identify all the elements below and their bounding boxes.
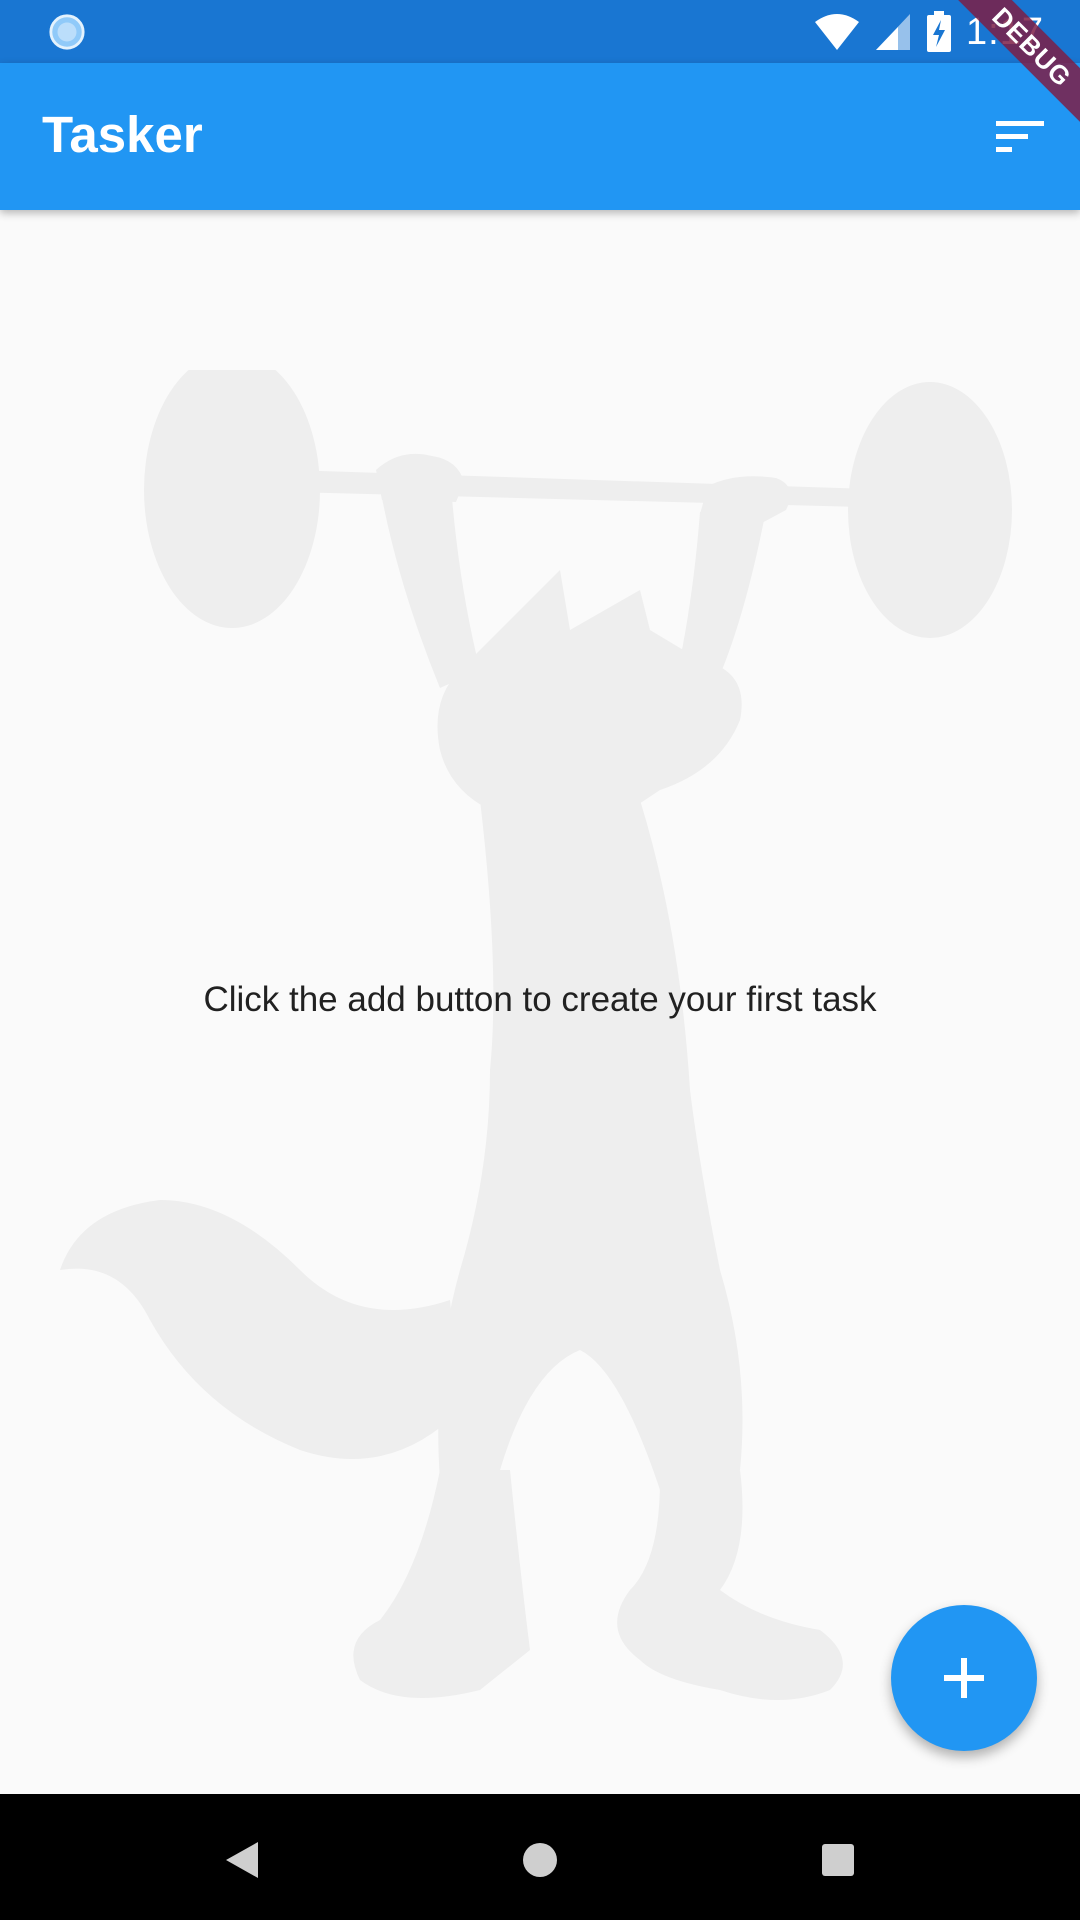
task-list-area: Click the add button to create your firs… <box>0 210 1080 1794</box>
app-title: Tasker <box>42 106 203 163</box>
navigation-bar <box>0 1794 1080 1920</box>
back-icon <box>226 1842 258 1878</box>
recents-button[interactable] <box>810 1832 866 1888</box>
empty-state-message: Click the add button to create your firs… <box>203 980 877 1019</box>
fox-weightlifter-illustration <box>60 370 1012 1700</box>
screen: 1:17 DEBUG Tasker <box>0 0 1080 1920</box>
add-task-button[interactable] <box>891 1605 1037 1751</box>
add-icon <box>944 1658 984 1698</box>
loading-icon <box>49 14 85 50</box>
sort-icon <box>996 121 1044 152</box>
sort-button[interactable] <box>980 99 1060 175</box>
cellular-signal-icon <box>876 14 911 50</box>
wifi-icon <box>815 14 860 50</box>
back-button[interactable] <box>214 1832 270 1888</box>
home-button[interactable] <box>512 1832 568 1888</box>
app-bar: Tasker <box>0 63 1080 210</box>
status-bar: 1:17 <box>0 0 1080 63</box>
home-icon <box>523 1843 557 1877</box>
recents-icon <box>822 1844 854 1876</box>
battery-charging-icon <box>927 11 952 52</box>
